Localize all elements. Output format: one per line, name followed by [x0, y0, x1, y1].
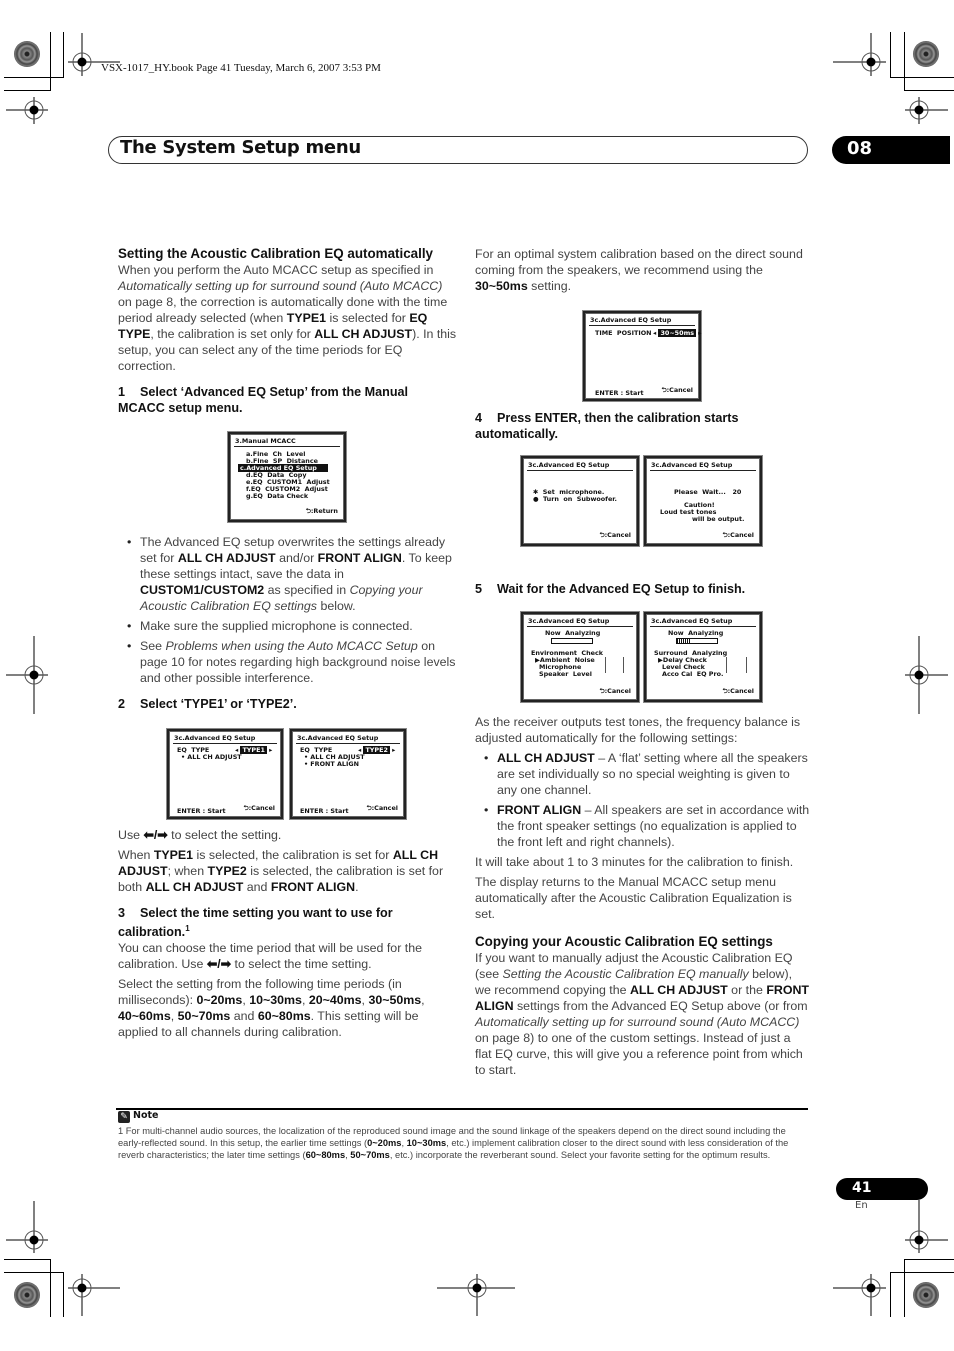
osd-progress-bar: [676, 638, 718, 644]
osd-wait-countdown: Please Wait... 20: [674, 488, 742, 496]
osd-status: Now Analyzing: [668, 629, 724, 637]
osd-title: 3c.Advanced EQ Setup: [651, 461, 733, 469]
settings-list: ALL CH ADJUST – A ‘flat’ setting where a…: [475, 750, 810, 850]
step-1-heading: 1 Select ‘Advanced EQ Setup’ from the Man…: [118, 385, 409, 415]
list-item: See Problems when using the Auto MCACC S…: [118, 638, 458, 686]
footnote-ref: 1: [185, 924, 190, 933]
registration-mark-icon: [833, 33, 886, 76]
osd-manual-mcacc: 3.Manual MCACC a.Fine Ch Level b.Fine SP…: [227, 431, 347, 523]
chapter-number: 08: [847, 138, 873, 159]
right-column-lower: As the receiver outputs test tones, the …: [475, 714, 810, 1082]
osd-set-microphone: 3c.Advanced EQ Setup ✱ Set microphone. ●…: [520, 455, 640, 547]
print-slug: VSX-1017_HY.book Page 41 Tuesday, March …: [101, 62, 381, 74]
osd-cancel-hint: ⮌:Cancel: [599, 531, 631, 539]
osd-title: 3c.Advanced EQ Setup: [590, 316, 672, 324]
osd-cancel-hint: ⮌:Cancel: [722, 531, 754, 539]
osd-please-wait: 3c.Advanced EQ Setup Please Wait... 20 C…: [643, 455, 763, 547]
registration-mark-icon: [905, 636, 948, 714]
footnote: 1 For multi-channel audio sources, the l…: [118, 1126, 789, 1160]
step-3-heading: 3 Select the time setting you want to use…: [118, 906, 393, 940]
osd-label: TIME POSITION: [595, 329, 652, 337]
language-code: En: [855, 1200, 868, 1211]
osd-enter-hint: ENTER : Start: [177, 807, 226, 815]
osd-progress-fill: [677, 639, 691, 643]
arrow-keys-icon: ⬅/➡: [143, 828, 168, 842]
registration-mark-icon: [905, 97, 948, 124]
osd-cancel-hint: ⮌:Cancel: [661, 386, 693, 394]
list-item: The Advanced EQ setup overwrites the set…: [118, 534, 458, 614]
right-column-top: For an optimal system calibration based …: [475, 246, 810, 298]
step-5-heading: 5 Wait for the Advanced EQ Setup to finis…: [475, 582, 746, 596]
osd-line: • FRONT ALIGN: [304, 760, 359, 768]
registration-mark-icon: [833, 1274, 886, 1316]
osd-progress-bar: [551, 638, 593, 644]
osd-title: 3c.Advanced EQ Setup: [174, 734, 256, 742]
list-item: ALL CH ADJUST – A ‘flat’ setting where a…: [475, 750, 810, 798]
registration-mark-icon: [905, 1201, 948, 1253]
osd-eq-type1: 3c.Advanced EQ Setup EQ TYPE ◂ TYPE1 ▸ •…: [166, 728, 284, 820]
returns-paragraph: The display returns to the Manual MCACC …: [475, 875, 792, 921]
step-4-heading: 4 Press ENTER, then the calibration start…: [475, 411, 739, 441]
left-column-lower: Use ⬅/➡ to select the setting. When TYPE…: [118, 827, 458, 1044]
page-number: 41: [852, 1180, 872, 1196]
page-number-tab: 41: [836, 1178, 928, 1200]
osd-line: will be output.: [692, 515, 745, 523]
osd-line: • ALL CH ADJUST: [181, 753, 242, 761]
section-heading: Copying your Acoustic Calibration EQ set…: [475, 934, 773, 949]
step-3-paragraph: You can choose the time period that will…: [118, 941, 422, 972]
note-title: Note: [133, 1110, 159, 1121]
right-column-step4: 4 Press ENTER, then the calibration start…: [475, 410, 810, 442]
cross-reference: Automatically setting up for surround so…: [118, 279, 443, 293]
osd-title: 3c.Advanced EQ Setup: [528, 617, 610, 625]
note-divider: [116, 1108, 808, 1110]
list-item: Make sure the supplied microphone is con…: [118, 618, 458, 634]
note-pencil-icon: ✎: [118, 1111, 130, 1123]
osd-return-hint: ⮌:Return: [305, 507, 338, 515]
time-periods-paragraph: Select the setting from the following ti…: [118, 977, 425, 1040]
osd-cancel-hint: ⮌:Cancel: [243, 804, 275, 812]
osd-line: ● Turn on Subwoofer.: [533, 495, 617, 503]
osd-status: Now Analyzing: [545, 629, 601, 637]
left-column-bullets: The Advanced EQ setup overwrites the set…: [118, 534, 458, 712]
osd-cancel-hint: ⮌:Cancel: [366, 804, 398, 812]
recommendation-paragraph: For an optimal system calibration based …: [475, 247, 803, 293]
osd-title: 3c.Advanced EQ Setup: [297, 734, 379, 742]
list-item: FRONT ALIGN – All speakers are set in ac…: [475, 802, 810, 850]
step-2-heading: 2 Select ‘TYPE1’ or ‘TYPE2’.: [118, 697, 297, 711]
chapter-number-tab: 08: [832, 136, 950, 164]
osd-surround-analyzing: 3c.Advanced EQ Setup Now Analyzing Surro…: [643, 611, 763, 703]
registration-mark-icon: [6, 1201, 48, 1253]
duration-paragraph: It will take about 1 to 3 minutes for th…: [475, 855, 794, 869]
osd-cancel-hint: ⮌:Cancel: [599, 687, 631, 695]
intro-paragraph: When you perform the Auto MCACC setup as…: [118, 263, 457, 373]
registration-mark-icon: [6, 636, 48, 714]
osd-environment-check: 3c.Advanced EQ Setup Now Analyzing Envir…: [520, 611, 640, 703]
osd-menu-item: g.EQ Data Check: [246, 492, 309, 500]
page-title: The System Setup menu: [120, 137, 361, 158]
section-heading: Setting the Acoustic Calibration EQ auto…: [118, 246, 433, 261]
osd-title: 3.Manual MCACC: [235, 437, 296, 445]
registration-mark-icon: [6, 97, 48, 124]
osd-cancel-hint: ⮌:Cancel: [722, 687, 754, 695]
osd-value-selector: ◂ 30~50ms ▸: [653, 329, 702, 337]
left-column: Setting the Acoustic Calibration EQ auto…: [118, 246, 458, 416]
copy-paragraph: If you want to manually adjust the Acous…: [475, 951, 809, 1077]
test-tones-paragraph: As the receiver outputs test tones, the …: [475, 715, 801, 745]
type-explanation: When TYPE1 is selected, the calibration …: [118, 848, 444, 894]
registration-mark-icon: [68, 1274, 120, 1316]
osd-enter-hint: ENTER : Start: [300, 807, 349, 815]
osd-title: 3c.Advanced EQ Setup: [528, 461, 610, 469]
right-column-step5: 5 Wait for the Advanced EQ Setup to finis…: [475, 581, 810, 597]
osd-time-position: 3c.Advanced EQ Setup TIME POSITION ◂ 30~…: [582, 310, 702, 402]
use-arrows-line: Use ⬅/➡ to select the setting.: [118, 828, 282, 842]
osd-check-item: Acco Cal EQ Pro.: [662, 670, 724, 678]
osd-title: 3c.Advanced EQ Setup: [651, 617, 733, 625]
osd-enter-hint: ENTER : Start: [595, 389, 644, 397]
arrow-keys-icon: ⬅/➡: [206, 957, 232, 972]
osd-check-item: Speaker Level: [539, 670, 592, 678]
osd-eq-type2: 3c.Advanced EQ Setup EQ TYPE ◂ TYPE2 ▸ •…: [289, 728, 407, 820]
notes-list: The Advanced EQ setup overwrites the set…: [118, 534, 458, 686]
registration-mark-icon: [437, 1274, 515, 1316]
